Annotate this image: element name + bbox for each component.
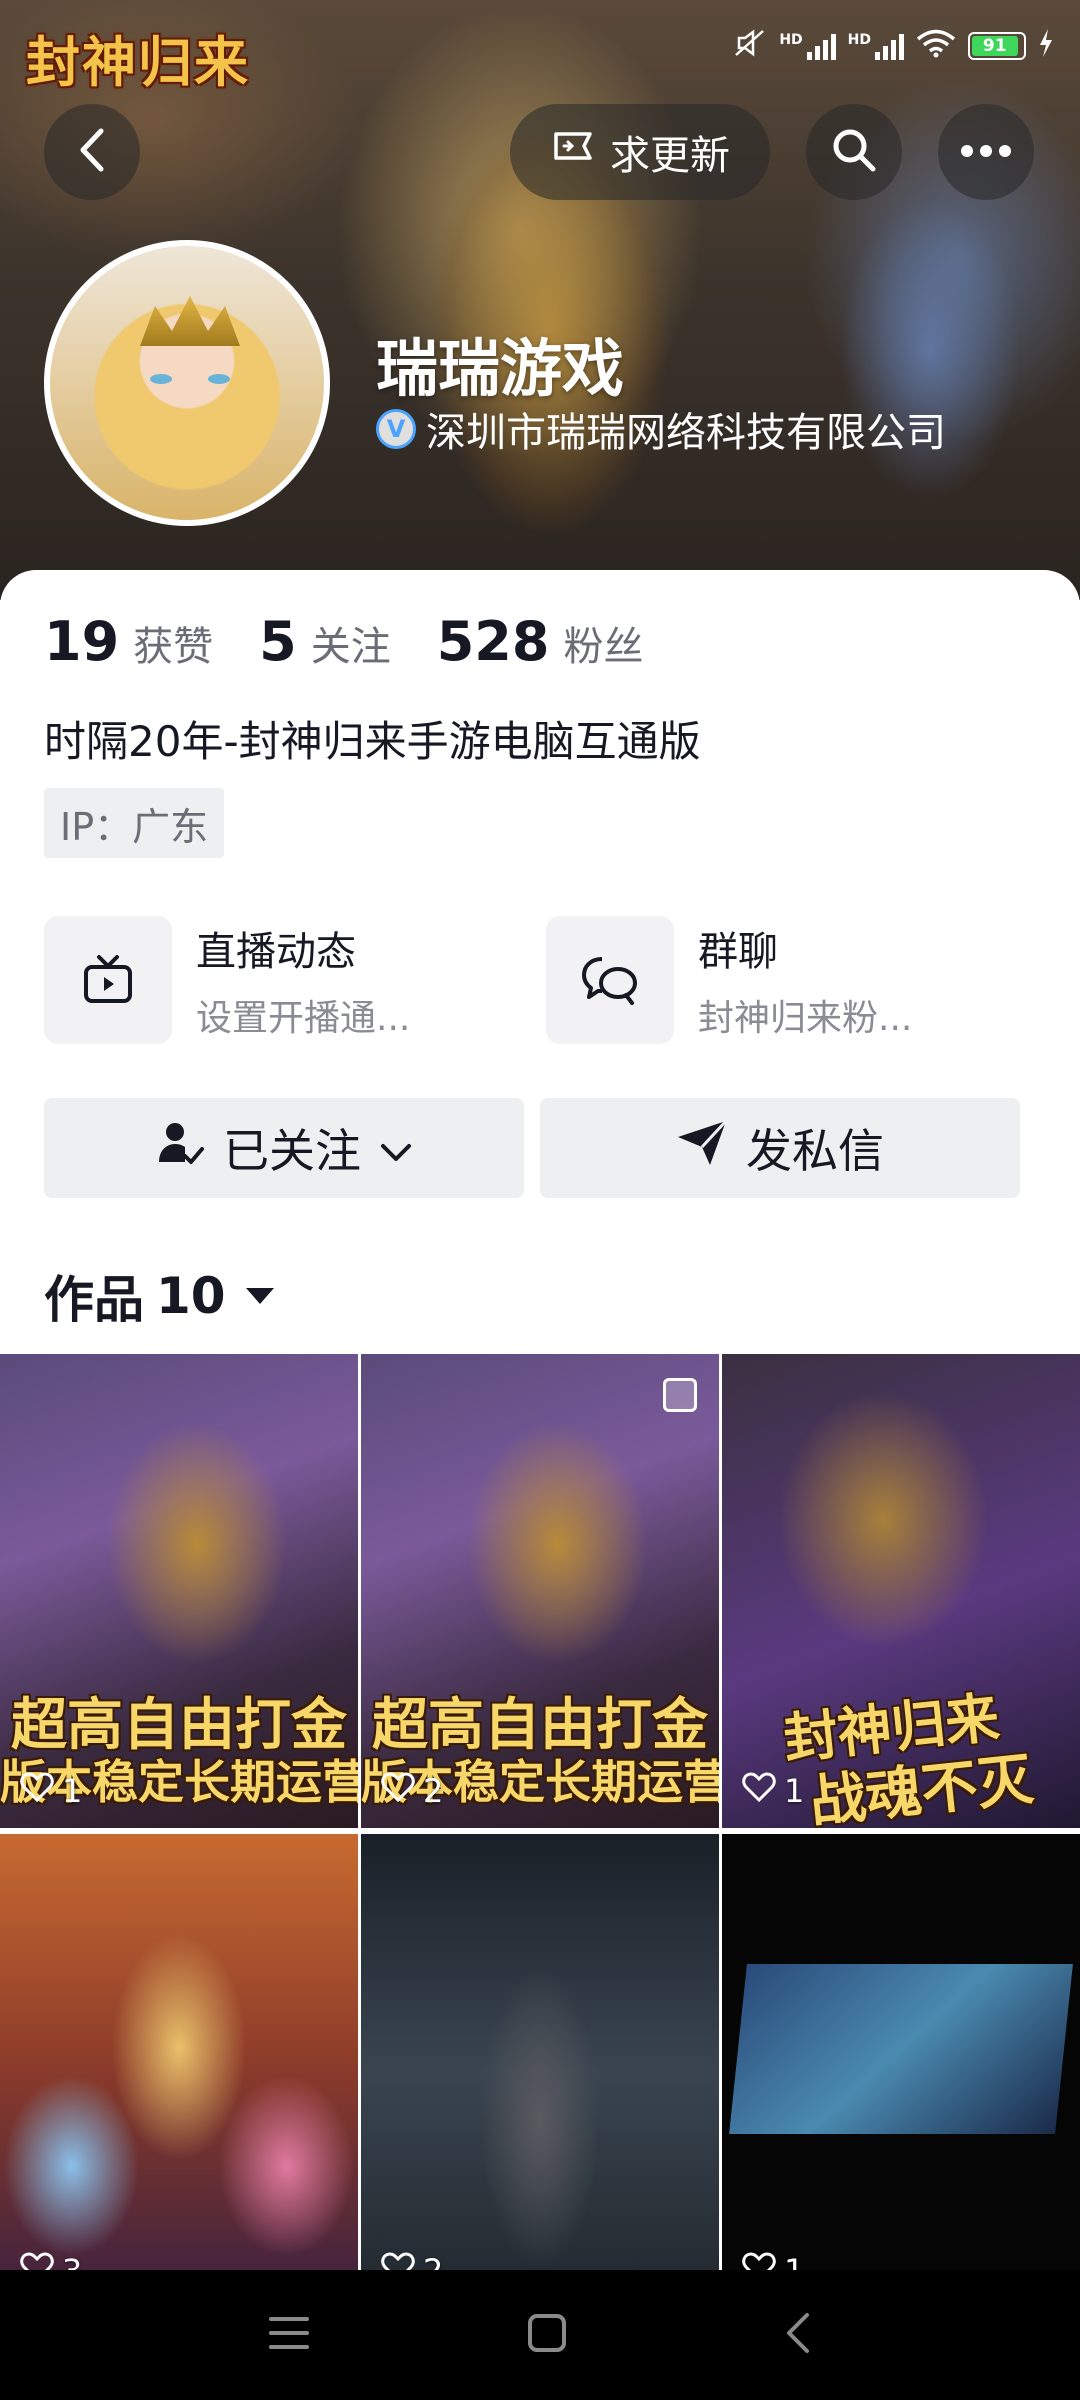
profile-name: 瑞瑞游戏 xyxy=(376,332,625,405)
network-type-label: HD xyxy=(847,32,871,48)
signal-icon xyxy=(806,32,836,60)
avatar[interactable] xyxy=(44,240,330,526)
quick-entry-subtitle: 设置开播通... xyxy=(196,998,411,1039)
verified-line: V 深圳市瑞瑞网络科技有限公司 xyxy=(376,400,946,458)
works-label: 作品 xyxy=(44,1271,144,1329)
stat-value: 5 xyxy=(259,610,297,673)
work-thumbnail[interactable]: 超高自由打金 版本稳定长期运营 2 xyxy=(361,1354,719,1828)
more-button[interactable] xyxy=(938,104,1034,200)
heart-icon xyxy=(381,1772,415,1810)
work-thumbnail[interactable]: 超高自由打金 版本稳定长期运营 1 xyxy=(0,1354,358,1828)
home-icon[interactable] xyxy=(526,2312,568,2358)
chat-bubbles-icon xyxy=(546,916,674,1044)
game-logo: 封神归来 xyxy=(26,30,250,94)
verified-badge-icon: V xyxy=(376,409,416,449)
update-request-icon xyxy=(550,124,596,180)
quick-entry-live[interactable]: 直播动态 设置开播通... xyxy=(44,916,410,1044)
battery-level: 91 xyxy=(972,36,1018,56)
verified-company: 深圳市瑞瑞网络科技有限公司 xyxy=(426,410,946,456)
like-count-value: 1 xyxy=(62,1772,83,1810)
send-message-label: 发私信 xyxy=(746,1124,884,1178)
work-thumbnail[interactable]: 封神归来 战魂不灭 1 xyxy=(722,1354,1080,1828)
works-grid: 超高自由打金 版本稳定长期运营 1 超高自由打金 版本稳定长期运营 2 封神归来… xyxy=(0,1354,1080,2308)
like-count: 1 xyxy=(742,1772,804,1810)
works-tab[interactable]: 作品 10 xyxy=(44,1260,274,1332)
quick-entry-title: 群聊 xyxy=(698,929,778,975)
battery-icon: 91 xyxy=(968,32,1026,60)
quick-entry-title: 直播动态 xyxy=(196,929,356,975)
menu-icon[interactable] xyxy=(267,2314,311,2356)
request-update-label: 求更新 xyxy=(610,133,730,179)
system-navigation-bar xyxy=(0,2270,1080,2400)
like-count: 2 xyxy=(381,1772,443,1810)
chevron-down-icon xyxy=(379,1121,413,1175)
profile-stats: 19 获赞 5 关注 528 粉丝 xyxy=(44,610,643,673)
heart-icon xyxy=(742,1772,776,1810)
back-button[interactable] xyxy=(44,104,140,200)
search-icon xyxy=(829,125,879,179)
stat-label: 粉丝 xyxy=(563,624,644,670)
search-button[interactable] xyxy=(806,104,902,200)
charging-icon xyxy=(1038,29,1054,63)
like-count-value: 1 xyxy=(784,1772,805,1810)
thumbnail-poster xyxy=(729,1964,1073,2134)
ip-location-tag: IP：广东 xyxy=(44,788,225,858)
paper-plane-icon xyxy=(676,1119,728,1178)
dropdown-triangle-icon xyxy=(245,1288,274,1304)
chevron-left-icon xyxy=(77,127,107,177)
more-dots-icon xyxy=(960,143,1012,162)
stat-value: 19 xyxy=(44,610,120,673)
work-thumbnail[interactable]: 2 xyxy=(361,1834,719,2308)
like-count-value: 2 xyxy=(423,1772,444,1810)
quick-entry-group-chat[interactable]: 群聊 封神归来粉... xyxy=(546,916,912,1044)
back-icon[interactable] xyxy=(783,2311,813,2359)
tv-icon xyxy=(44,916,172,1044)
stat-following[interactable]: 5 关注 xyxy=(259,610,391,673)
network-type-label: HD xyxy=(779,32,803,48)
send-message-button[interactable]: 发私信 xyxy=(540,1098,1020,1198)
quick-entry-subtitle: 封神归来粉... xyxy=(698,998,913,1039)
followed-label: 已关注 xyxy=(223,1124,361,1178)
user-check-icon xyxy=(155,1118,205,1179)
profile-bio: 时隔20年-封神归来手游电脑互通版 xyxy=(44,717,701,766)
stat-label: 关注 xyxy=(310,624,391,670)
mute-icon xyxy=(733,28,767,64)
profile-banner: 封神归来 HD HD 91 求更新 瑞瑞游戏 V 深圳市瑞瑞网络科技有限公司 xyxy=(0,0,1080,600)
stat-likes[interactable]: 19 获赞 xyxy=(44,610,213,673)
stat-label: 获赞 xyxy=(133,624,214,670)
heart-icon xyxy=(20,1772,54,1810)
like-count: 1 xyxy=(20,1772,82,1810)
multi-image-icon xyxy=(663,1378,697,1412)
work-thumbnail[interactable]: 3 xyxy=(0,1834,358,2308)
request-update-button[interactable]: 求更新 xyxy=(510,104,770,200)
signal-icon xyxy=(875,32,904,60)
profile-card: 19 获赞 5 关注 528 粉丝 时隔20年-封神归来手游电脑互通版 IP：广… xyxy=(0,570,1080,2308)
status-bar: HD HD 91 xyxy=(733,28,1054,64)
work-thumbnail[interactable]: 1 xyxy=(722,1834,1080,2308)
stat-followers[interactable]: 528 粉丝 xyxy=(437,610,644,673)
followed-button[interactable]: 已关注 xyxy=(44,1098,524,1198)
stat-value: 528 xyxy=(436,610,550,673)
wifi-icon xyxy=(916,28,956,64)
works-count: 10 xyxy=(156,1267,226,1325)
